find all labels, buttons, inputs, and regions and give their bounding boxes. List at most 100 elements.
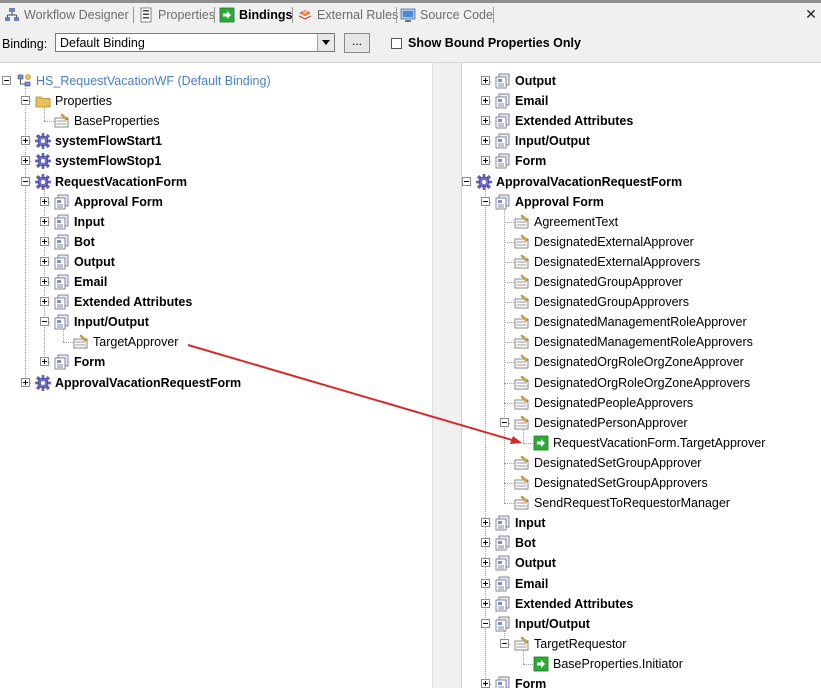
collapse-icon[interactable] xyxy=(462,176,471,186)
property-icon xyxy=(514,314,530,330)
collapse-icon[interactable] xyxy=(21,96,30,106)
tree-node-designatedexternalapprover[interactable]: DesignatedExternalApprover xyxy=(462,232,821,252)
tree-node-designatedgroupapprover[interactable]: DesignatedGroupApprover xyxy=(462,272,821,292)
expand-icon[interactable] xyxy=(481,598,490,608)
tree-node-designatedsetgroupapprovers[interactable]: DesignatedSetGroupApprovers xyxy=(462,473,821,493)
collapse-icon[interactable] xyxy=(481,618,490,628)
chevron-down-icon[interactable] xyxy=(317,34,334,51)
form-section-icon xyxy=(495,113,511,129)
tree-node-form[interactable]: Form xyxy=(462,151,821,171)
form-section-icon xyxy=(495,73,511,89)
tree-node-label: Email xyxy=(74,275,108,289)
tree-node-email[interactable]: Email xyxy=(0,272,432,292)
tree-node-label: TargetApprover xyxy=(93,335,179,350)
expand-icon[interactable] xyxy=(481,136,490,146)
show-bound-checkbox[interactable] xyxy=(391,37,402,49)
tree-node-baseproperties-initiator[interactable]: BaseProperties.Initiator xyxy=(462,654,821,674)
tree-node-bot[interactable]: Bot xyxy=(462,533,821,553)
expand-icon[interactable] xyxy=(40,216,49,226)
expand-icon[interactable] xyxy=(40,357,49,367)
collapse-icon[interactable] xyxy=(2,76,11,85)
pane-splitter[interactable] xyxy=(432,63,462,688)
tab-external-rules[interactable]: External Rules xyxy=(297,5,398,25)
expand-icon[interactable] xyxy=(481,518,490,528)
property-icon xyxy=(514,475,530,491)
tree-node-systemflowstart1[interactable]: systemFlowStart1 xyxy=(0,131,432,151)
tree-node-label: DesignatedExternalApprover xyxy=(534,234,694,249)
expand-icon[interactable] xyxy=(40,196,49,206)
collapse-icon[interactable] xyxy=(500,417,509,427)
collapse-icon[interactable] xyxy=(481,196,490,206)
expand-icon[interactable] xyxy=(40,236,49,246)
tree-node-designatedorgroleorgzoneapprover[interactable]: DesignatedOrgRoleOrgZoneApprover xyxy=(462,352,821,372)
binding-browse-button[interactable]: ... xyxy=(344,33,370,53)
tree-node-form[interactable]: Form xyxy=(462,674,821,688)
tree-node-targetapprover[interactable]: TargetApprover xyxy=(0,332,432,352)
tree-node-designatedpersonapprover[interactable]: DesignatedPersonApprover xyxy=(462,413,821,433)
tree-node-agreementtext[interactable]: AgreementText xyxy=(462,212,821,232)
tree-node-email[interactable]: Email xyxy=(462,574,821,594)
tree-node-systemflowstop1[interactable]: systemFlowStop1 xyxy=(0,151,432,171)
tab-bar-top-border xyxy=(0,0,821,3)
expand-icon[interactable] xyxy=(481,538,490,548)
collapse-icon[interactable] xyxy=(40,317,49,327)
tab-properties[interactable]: Properties xyxy=(138,5,215,25)
expand-icon[interactable] xyxy=(481,116,490,126)
tree-node-form[interactable]: Form xyxy=(0,352,432,372)
binding-select[interactable]: Default Binding xyxy=(55,33,335,52)
tree-node-designatedmanagementroleapprover[interactable]: DesignatedManagementRoleApprover xyxy=(462,312,821,332)
tree-node-properties[interactable]: Properties xyxy=(0,91,432,111)
tree-node-designatedexternalapprovers[interactable]: DesignatedExternalApprovers xyxy=(462,252,821,272)
tab-workflow-designer[interactable]: Workflow Designer xyxy=(4,5,129,25)
tree-node-requestvacationform-targetapprover[interactable]: RequestVacationForm.TargetApprover xyxy=(462,433,821,453)
expand-icon[interactable] xyxy=(21,156,30,166)
expand-icon[interactable] xyxy=(40,277,49,286)
tab-bindings[interactable]: Bindings xyxy=(219,5,292,25)
tree-node-bot[interactable]: Bot xyxy=(0,232,432,252)
collapse-icon[interactable] xyxy=(21,176,30,186)
tree-node-requestvacationform[interactable]: RequestVacationForm xyxy=(0,172,432,192)
property-icon xyxy=(514,234,530,250)
expand-icon[interactable] xyxy=(21,136,30,146)
tree-node-approvalvacationrequestform[interactable]: ApprovalVacationRequestForm xyxy=(462,172,821,192)
expand-icon[interactable] xyxy=(481,558,490,568)
target-tree-pane: Output Email Extended Attributes Input/Outp… xyxy=(462,63,821,688)
expand-icon[interactable] xyxy=(481,578,490,588)
expand-icon[interactable] xyxy=(481,679,490,688)
tree-node-hs-requestvacationwf-default-binding[interactable]: HS_RequestVacationWF (Default Binding) xyxy=(0,71,432,91)
tree-node-targetrequestor[interactable]: TargetRequestor xyxy=(462,634,821,654)
tree-node-extended-attributes[interactable]: Extended Attributes xyxy=(462,111,821,131)
binding-label: Binding: xyxy=(2,37,48,51)
show-bound-properties-option[interactable]: Show Bound Properties Only xyxy=(391,36,581,50)
tree-node-designatedmanagementroleapprovers[interactable]: DesignatedManagementRoleApprovers xyxy=(462,332,821,352)
tree-node-output[interactable]: Output xyxy=(462,71,821,91)
close-icon[interactable]: ✕ xyxy=(803,6,819,22)
tab-source-code[interactable]: Source Code xyxy=(400,5,493,25)
tree-node-input-output[interactable]: Input/Output xyxy=(462,614,821,634)
tree-node-designatedsetgroupapprover[interactable]: DesignatedSetGroupApprover xyxy=(462,453,821,473)
tree-node-extended-attributes[interactable]: Extended Attributes xyxy=(462,594,821,614)
tree-node-input-output[interactable]: Input/Output xyxy=(462,131,821,151)
tree-node-approval-form[interactable]: Approval Form xyxy=(0,192,432,212)
tree-node-baseproperties[interactable]: BaseProperties xyxy=(0,111,432,131)
expand-icon[interactable] xyxy=(40,256,49,266)
tree-node-output[interactable]: Output xyxy=(462,553,821,573)
expand-icon[interactable] xyxy=(481,96,490,106)
collapse-icon[interactable] xyxy=(500,638,509,648)
tree-node-designatedgroupapprovers[interactable]: DesignatedGroupApprovers xyxy=(462,292,821,312)
tree-node-email[interactable]: Email xyxy=(462,91,821,111)
tree-node-input-output[interactable]: Input/Output xyxy=(0,312,432,332)
expand-icon[interactable] xyxy=(21,377,30,387)
tree-node-sendrequesttorequestormanager[interactable]: SendRequestToRequestorManager xyxy=(462,493,821,513)
tree-node-extended-attributes[interactable]: Extended Attributes xyxy=(0,292,432,312)
tree-node-approvalvacationrequestform[interactable]: ApprovalVacationRequestForm xyxy=(0,373,432,393)
expand-icon[interactable] xyxy=(481,76,490,85)
tree-node-approval-form[interactable]: Approval Form xyxy=(462,192,821,212)
tree-node-input[interactable]: Input xyxy=(462,513,821,533)
tree-node-designatedorgroleorgzoneapprovers[interactable]: DesignatedOrgRoleOrgZoneApprovers xyxy=(462,373,821,393)
tree-node-output[interactable]: Output xyxy=(0,252,432,272)
expand-icon[interactable] xyxy=(40,297,49,307)
tree-node-designatedpeopleapprovers[interactable]: DesignatedPeopleApprovers xyxy=(462,393,821,413)
tree-node-input[interactable]: Input xyxy=(0,212,432,232)
expand-icon[interactable] xyxy=(481,156,490,166)
